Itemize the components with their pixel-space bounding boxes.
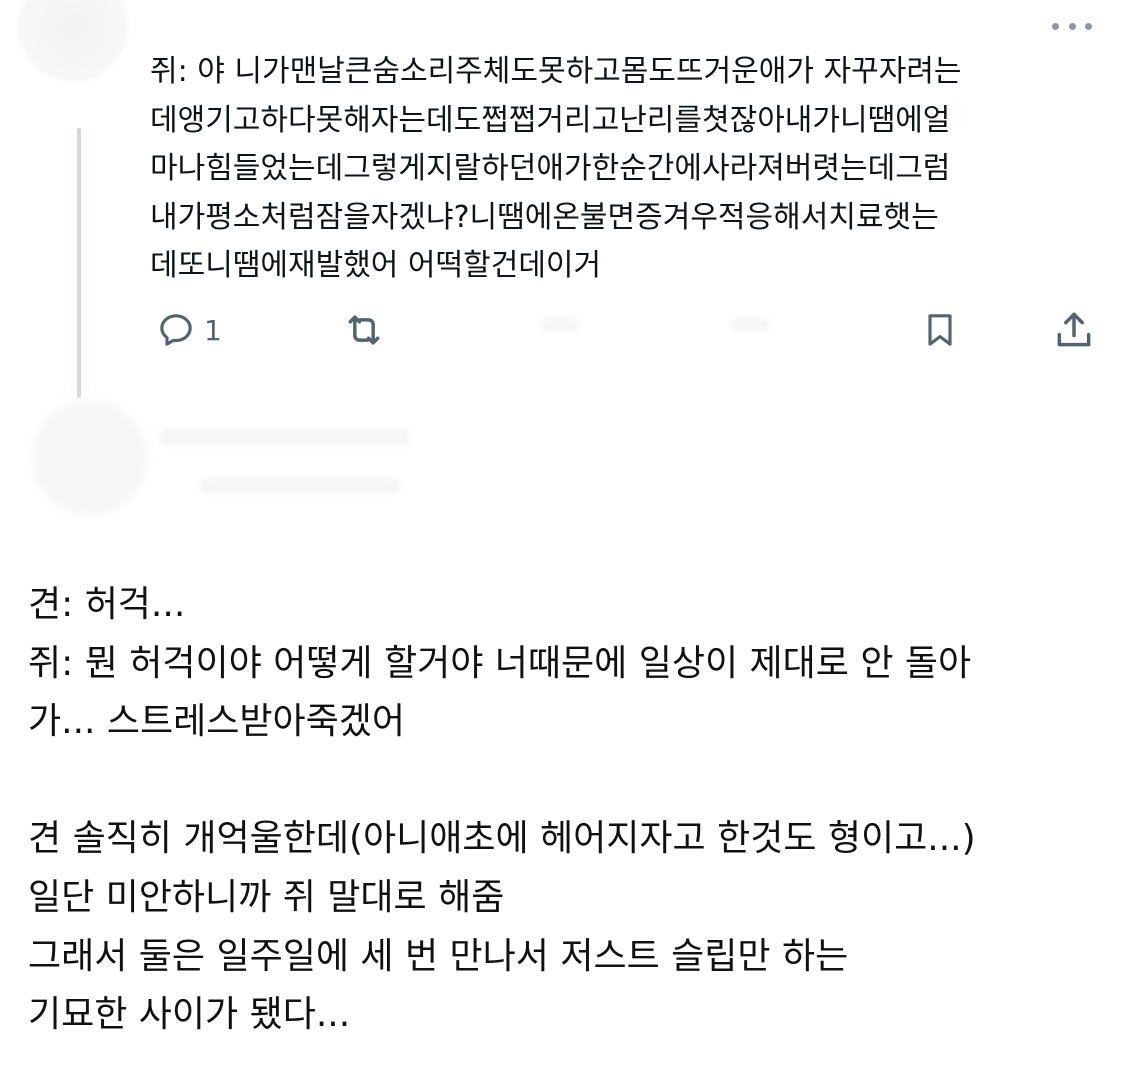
bookmark-icon — [928, 314, 952, 346]
narration-line: 가... 스트레스받아죽겠어 — [28, 701, 405, 743]
more-horizontal-icon — [1068, 22, 1076, 30]
tweet-line: 쥐: 야 니가맨날큰숨소리주체도못하고몸도뜨거운애가 자꾸자려는 — [150, 54, 962, 89]
retweet-icon — [348, 315, 380, 345]
narration-line: 그래서 둘은 일주일에 세 번 만나서 저스트 슬립만 하는 — [28, 935, 849, 977]
tweet-line: 데앵기고하다못해자는데도쩝쩝거리고난리를쳣잖아내가니땜에얼 — [150, 102, 951, 138]
narration-line: 견: 허걱... — [28, 584, 186, 625]
tweet-line: 내가평소처럼잠을자겠냐?니땜에온불면증겨우적응해서치료햇는 — [150, 199, 939, 235]
tweet-text: 쥐: 야 니가맨날큰숨소리주체도못하고몸도뜨거운애가 자꾸자려는 데앵기고하다못… — [150, 48, 1070, 291]
like-button-blurred[interactable] — [540, 318, 580, 332]
narration-line: 견 솔직히 개억울한데(아니애초에 헤어지자고 한것도 형이고...) — [28, 818, 976, 860]
share-button[interactable] — [1052, 302, 1096, 358]
narration-line: 기묘한 사이가 됐다... — [28, 994, 351, 1036]
more-horizontal-icon — [1085, 22, 1092, 30]
thread-connector-line — [77, 128, 81, 398]
more-options-button[interactable] — [1048, 12, 1096, 40]
share-icon — [1057, 312, 1091, 347]
narration-line: 일단 미안하니까 쥐 말대로 해줌 — [28, 876, 505, 918]
avatar-blurred[interactable] — [32, 400, 148, 516]
narration-line — [28, 752, 1108, 811]
author-name-blurred — [160, 428, 410, 446]
author-handle-blurred — [200, 478, 400, 494]
reply-count: 1 — [204, 313, 222, 347]
narration-line: 쥐: 뭔 허걱이야 어떻게 할거야 너때문에 일상이 제대로 안 돌아 — [28, 642, 972, 684]
tweet-action-bar: 1 — [150, 302, 1100, 358]
more-horizontal-icon — [1052, 22, 1059, 30]
reply-bubble-icon — [160, 314, 192, 346]
narration-text: 견: 허걱... 쥐: 뭔 허걱이야 어떻게 할거야 너때문에 일상이 제대로 … — [28, 576, 1108, 1045]
views-button-blurred[interactable] — [730, 318, 770, 332]
retweet-button[interactable] — [342, 302, 386, 358]
tweet-line: 데또니땜에재발했어 어떡할건데이거 — [150, 248, 602, 283]
bookmark-button[interactable] — [920, 302, 960, 358]
tweet-line: 마나힘들었는데그렇게지랄하던애가한순간에사라져버렷는데그럼 — [150, 151, 951, 186]
avatar-blurred[interactable] — [18, 0, 128, 82]
reply-button[interactable]: 1 — [156, 302, 222, 358]
